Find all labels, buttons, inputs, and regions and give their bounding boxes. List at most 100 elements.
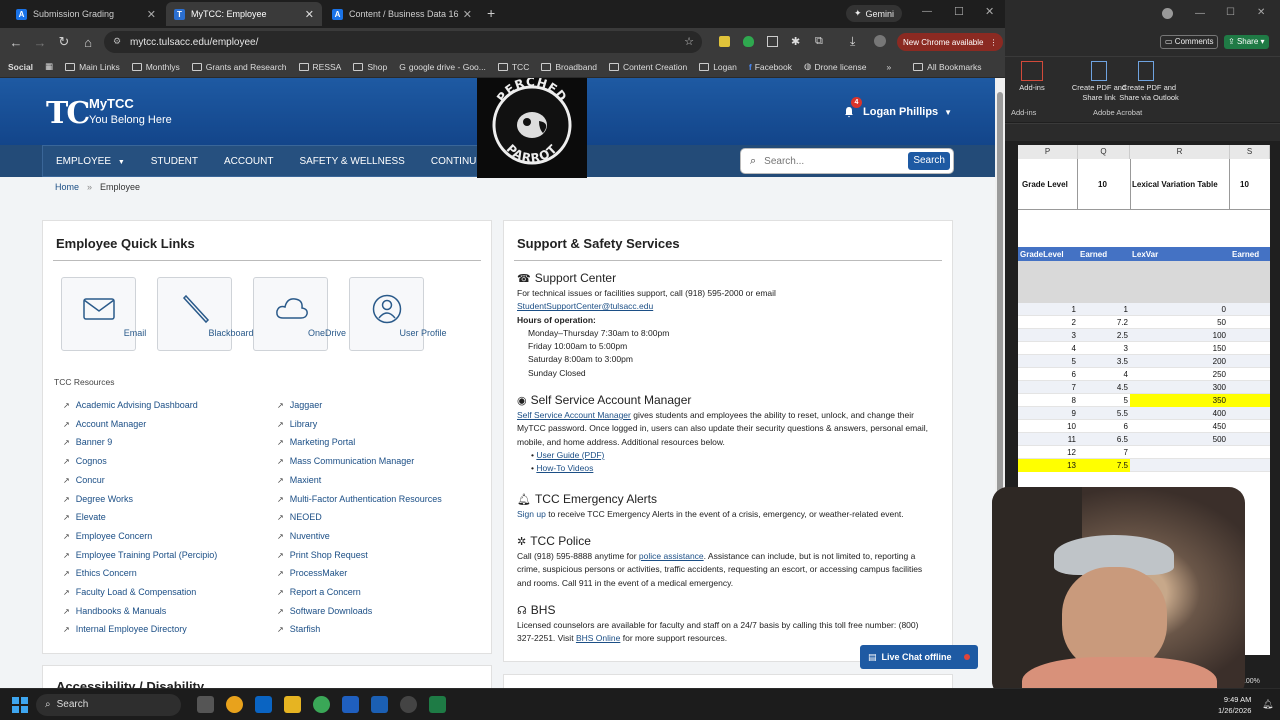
- cell[interactable]: 350: [1130, 394, 1226, 407]
- cell[interactable]: 1: [1018, 303, 1076, 316]
- resource-link[interactable]: NEOED: [277, 512, 322, 522]
- tab-content-business-data[interactable]: A Content / Business Data 16 We ✕: [324, 2, 480, 26]
- profile-avatar[interactable]: [874, 35, 886, 47]
- resource-link[interactable]: Employee Training Portal (Percipio): [63, 550, 218, 560]
- word-icon[interactable]: [371, 696, 388, 713]
- resource-link[interactable]: ProcessMaker: [277, 568, 348, 578]
- bookmark-folder[interactable]: Grants and Research: [191, 62, 287, 72]
- apps-grid-icon[interactable]: ▦: [45, 61, 53, 72]
- bookmark-folder[interactable]: Monthlys: [131, 62, 180, 72]
- cell[interactable]: 200: [1130, 355, 1226, 368]
- app-icon[interactable]: [342, 696, 359, 713]
- resource-link[interactable]: Ethics Concern: [63, 568, 137, 578]
- cell[interactable]: 450: [1130, 420, 1226, 433]
- cell[interactable]: 10: [1240, 178, 1249, 191]
- column-header[interactable]: S: [1230, 145, 1270, 159]
- home-icon[interactable]: ⌂: [76, 35, 100, 50]
- cell[interactable]: 8: [1018, 394, 1076, 407]
- resource-link[interactable]: Cognos: [63, 456, 107, 466]
- cell[interactable]: 5.5: [1078, 407, 1128, 420]
- cell[interactable]: 50: [1130, 316, 1226, 329]
- cell[interactable]: 3: [1018, 329, 1076, 342]
- onedrive-tile[interactable]: OneDrive: [253, 277, 346, 351]
- cell[interactable]: 11: [1018, 433, 1076, 446]
- tab-mytcc-employee[interactable]: T MyTCC: Employee ✕: [166, 2, 322, 26]
- cell[interactable]: 7.2: [1078, 316, 1128, 329]
- resource-link[interactable]: Nuventive: [277, 531, 330, 541]
- cell[interactable]: 6: [1078, 420, 1128, 433]
- bookmark-folder[interactable]: TCC: [497, 62, 529, 72]
- support-email-link[interactable]: StudentSupportCenter@tulsacc.edu: [517, 301, 653, 311]
- cell[interactable]: 3: [1078, 342, 1128, 355]
- blackboard-tile[interactable]: Blackboard: [157, 277, 254, 351]
- puzzle-icon[interactable]: ⧉: [815, 35, 823, 48]
- cell[interactable]: 12: [1018, 446, 1076, 459]
- email-tile[interactable]: Email: [61, 277, 146, 351]
- new-tab-icon[interactable]: +: [487, 5, 495, 21]
- chevron-right-icon[interactable]: »: [886, 62, 891, 72]
- close-icon[interactable]: ✕: [305, 8, 314, 21]
- site-info-icon[interactable]: ⚙: [113, 36, 121, 47]
- create-pdf-outlook-button[interactable]: Create PDF and Share via Outlook: [1115, 83, 1183, 103]
- cell[interactable]: 10: [1098, 178, 1107, 191]
- minimize-icon[interactable]: —: [1195, 8, 1205, 19]
- resource-link[interactable]: Print Shop Request: [277, 550, 368, 560]
- notification-icon[interactable]: 🔔︎: [1262, 699, 1273, 710]
- cell[interactable]: 5: [1018, 355, 1076, 368]
- update-chrome-button[interactable]: New Chrome available ⋮: [897, 33, 1004, 51]
- windows-start-icon[interactable]: [12, 696, 28, 713]
- cell[interactable]: 4: [1018, 342, 1076, 355]
- cell[interactable]: 250: [1130, 368, 1226, 381]
- live-chat-button[interactable]: ▤ Live Chat offline: [860, 645, 978, 669]
- maximize-icon[interactable]: ☐: [954, 5, 964, 18]
- search-input[interactable]: [764, 155, 905, 167]
- cell[interactable]: 2.5: [1078, 329, 1128, 342]
- resource-link[interactable]: Maxient: [277, 475, 322, 485]
- column-header[interactable]: R: [1130, 145, 1230, 159]
- cell[interactable]: 150: [1130, 342, 1226, 355]
- nav-employee[interactable]: EMPLOYEE ▼: [43, 156, 138, 167]
- search-button[interactable]: Search: [908, 152, 950, 170]
- resource-link[interactable]: Report a Concern: [277, 587, 361, 597]
- excel-icon[interactable]: [429, 696, 446, 713]
- all-bookmarks-folder[interactable]: All Bookmarks: [913, 62, 982, 72]
- cell[interactable]: 6: [1018, 368, 1076, 381]
- nav-student[interactable]: STUDENT: [138, 156, 211, 167]
- tab-submission-grading[interactable]: A Submission Grading ✕: [8, 2, 164, 26]
- resource-link[interactable]: Handbooks & Manuals: [63, 606, 167, 616]
- resource-link[interactable]: Academic Advising Dashboard: [63, 400, 198, 410]
- cell[interactable]: 3.5: [1078, 355, 1128, 368]
- resource-link[interactable]: Employee Concern: [63, 531, 153, 541]
- extension-icon[interactable]: [719, 36, 730, 47]
- cell[interactable]: 5: [1078, 394, 1128, 407]
- cell[interactable]: 4: [1078, 368, 1128, 381]
- table-header[interactable]: Earned: [1080, 248, 1107, 261]
- addins-button[interactable]: Add-ins: [1011, 83, 1053, 93]
- table-header[interactable]: LexVar: [1132, 248, 1158, 261]
- resource-link[interactable]: Software Downloads: [277, 606, 373, 616]
- resource-link[interactable]: Library: [277, 419, 318, 429]
- nav-safety-wellness[interactable]: SAFETY & WELLNESS: [286, 156, 417, 167]
- tcc-logo[interactable]: TC: [46, 96, 90, 131]
- cell[interactable]: 6.5: [1078, 433, 1128, 446]
- bookmark-folder[interactable]: Logan: [699, 62, 737, 72]
- cell[interactable]: 7: [1078, 446, 1128, 459]
- bookmark-folder[interactable]: Shop: [353, 62, 387, 72]
- cell[interactable]: 1: [1078, 303, 1128, 316]
- maximize-icon[interactable]: ☐: [1226, 7, 1235, 18]
- cell[interactable]: 0: [1130, 303, 1226, 316]
- nav-continuing-education[interactable]: CONTINUING EDU: [418, 156, 477, 167]
- cell[interactable]: [1130, 446, 1226, 459]
- task-view-icon[interactable]: [197, 696, 214, 713]
- extension-icon[interactable]: [767, 36, 778, 47]
- resource-link[interactable]: Starfish: [277, 624, 321, 634]
- user-guide-link[interactable]: User Guide (PDF): [536, 450, 604, 460]
- how-to-videos-link[interactable]: How-To Videos: [536, 463, 593, 473]
- cell[interactable]: 400: [1130, 407, 1226, 420]
- nav-account[interactable]: ACCOUNT: [211, 156, 286, 167]
- resource-link[interactable]: Concur: [63, 475, 105, 485]
- chrome-profile-icon[interactable]: [313, 696, 330, 713]
- bookmark-folder[interactable]: Content Creation: [608, 62, 687, 72]
- user-menu[interactable]: 4 Logan Phillips ▼: [843, 97, 952, 118]
- police-assistance-link[interactable]: police assistance: [639, 551, 704, 561]
